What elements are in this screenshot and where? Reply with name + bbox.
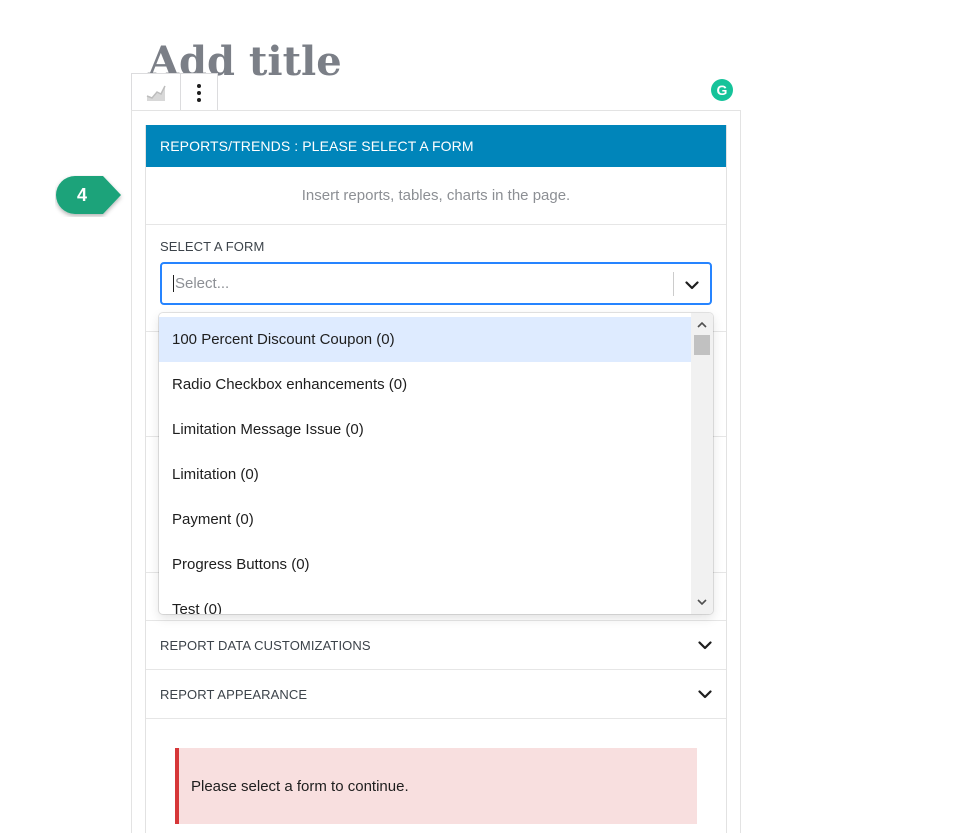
step-annotation-badge: 4 <box>55 175 125 215</box>
more-vertical-icon <box>197 83 202 102</box>
scroll-down-button[interactable] <box>691 592 713 612</box>
scrollbar-thumb[interactable] <box>694 335 710 355</box>
accordion-report-appearance[interactable]: REPORT APPEARANCE <box>146 670 726 719</box>
editor-canvas: Add title G REPORTS/TRENDS : PLEASE SELE… <box>0 0 959 833</box>
block-header: REPORTS/TRENDS : PLEASE SELECT A FORM <box>146 125 726 167</box>
form-option[interactable]: Limitation Message Issue (0) <box>159 407 691 452</box>
form-option[interactable]: Limitation (0) <box>159 452 691 497</box>
form-select-menu: 100 Percent Discount Coupon (0) Radio Ch… <box>159 313 713 614</box>
error-notice: Please select a form to continue. <box>175 748 697 824</box>
text-caret <box>173 275 174 292</box>
form-option[interactable]: Test (0) <box>159 587 691 614</box>
accordion-label: REPORT DATA CUSTOMIZATIONS <box>160 637 371 653</box>
block-toolbar <box>131 73 218 111</box>
accordion-report-data-customizations[interactable]: REPORT DATA CUSTOMIZATIONS <box>146 621 726 670</box>
form-option[interactable]: Progress Buttons (0) <box>159 542 691 587</box>
form-select[interactable]: Select... <box>160 262 712 305</box>
chevron-down-icon <box>698 689 712 698</box>
more-options-button[interactable] <box>180 74 217 111</box>
form-options-list[interactable]: 100 Percent Discount Coupon (0) Radio Ch… <box>159 317 691 614</box>
chevron-down-icon <box>698 640 712 649</box>
chart-icon <box>146 85 166 101</box>
select-separator <box>673 272 674 296</box>
form-option[interactable]: Payment (0) <box>159 497 691 542</box>
form-option[interactable]: Radio Checkbox enhancements (0) <box>159 362 691 407</box>
chevron-down-icon <box>685 280 699 289</box>
block-type-button[interactable] <box>132 74 180 111</box>
select-dropdown-toggle[interactable] <box>682 275 702 295</box>
form-option[interactable]: 100 Percent Discount Coupon (0) <box>159 317 691 362</box>
menu-scrollbar[interactable] <box>691 313 713 614</box>
grammarly-icon[interactable]: G <box>711 79 733 101</box>
select-form-label: SELECT A FORM <box>160 239 265 254</box>
accordion-label: REPORT APPEARANCE <box>160 686 308 702</box>
scroll-up-button[interactable] <box>691 315 713 335</box>
chevron-down-icon <box>697 599 707 605</box>
step-number: 4 <box>76 184 87 205</box>
select-placeholder: Select... <box>175 275 230 292</box>
block-subtitle: Insert reports, tables, charts in the pa… <box>146 167 726 225</box>
notice-wrapper: Please select a form to continue. <box>146 719 726 824</box>
chevron-up-icon <box>697 322 707 328</box>
